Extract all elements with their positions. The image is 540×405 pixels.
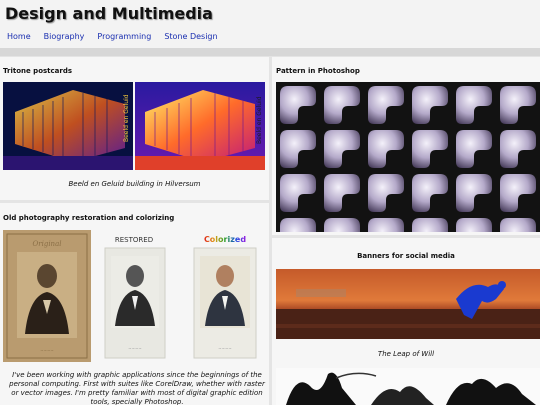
nav-stone-design[interactable]: Stone Design xyxy=(164,32,217,41)
restoration-title: Old photography restoration and colorizi… xyxy=(3,214,175,222)
photo-restored[interactable]: RESTORED ~~~~ xyxy=(97,230,172,362)
photo-original[interactable]: Original ~~~~ xyxy=(3,230,91,362)
tritone-title: Tritone postcards xyxy=(3,67,73,75)
restoration-panel: Old photography restoration and colorizi… xyxy=(0,203,269,405)
label-restored: RESTORED xyxy=(115,236,153,244)
nav-home[interactable]: Home xyxy=(7,32,31,41)
restoration-body: I've been working with graphic applicati… xyxy=(9,371,265,405)
banner-leap-of-will[interactable] xyxy=(276,269,540,339)
tritone-postcard-magenta[interactable]: Beeld en Geluid xyxy=(135,82,265,170)
banner-second[interactable] xyxy=(276,368,540,405)
label-original: Original xyxy=(33,240,62,248)
pattern-image[interactable] xyxy=(276,82,540,232)
label-colorized: Colorized xyxy=(204,235,246,244)
banners-caption: The Leap of Will xyxy=(377,350,435,358)
banners-panel: Banners for social media The Leap of Wil… xyxy=(272,238,540,405)
pattern-panel: Pattern in Photoshop xyxy=(272,57,540,235)
tritone-side-text-1: Beeld en Geluid xyxy=(123,94,130,142)
tritone-caption: Beeld en Geluid building in Hilversum xyxy=(68,180,201,188)
header-divider xyxy=(0,48,540,56)
nav-programming[interactable]: Programming xyxy=(97,32,151,41)
banners-title: Banners for social media xyxy=(357,252,455,260)
nav-biography[interactable]: Biography xyxy=(44,32,85,41)
svg-text:~~~~: ~~~~ xyxy=(218,346,231,351)
site-header: Design and Multimedia Home Biography Pro… xyxy=(0,0,540,48)
tritone-postcard-blue[interactable]: Beeld en Geluid xyxy=(3,82,133,170)
site-title: Design and Multimedia xyxy=(5,4,213,23)
svg-text:~~~~: ~~~~ xyxy=(128,346,141,351)
tritone-panel: Tritone postcards Beeld en Geluid Beeld … xyxy=(0,57,269,200)
svg-text:~~~~: ~~~~ xyxy=(40,348,53,353)
photo-colorized[interactable]: Colorized ~~~~ xyxy=(188,230,262,362)
tritone-side-text-2: Beeld en Geluid xyxy=(256,96,263,144)
main-nav: Home Biography Programming Stone Design xyxy=(7,32,231,41)
pattern-title: Pattern in Photoshop xyxy=(276,67,360,75)
